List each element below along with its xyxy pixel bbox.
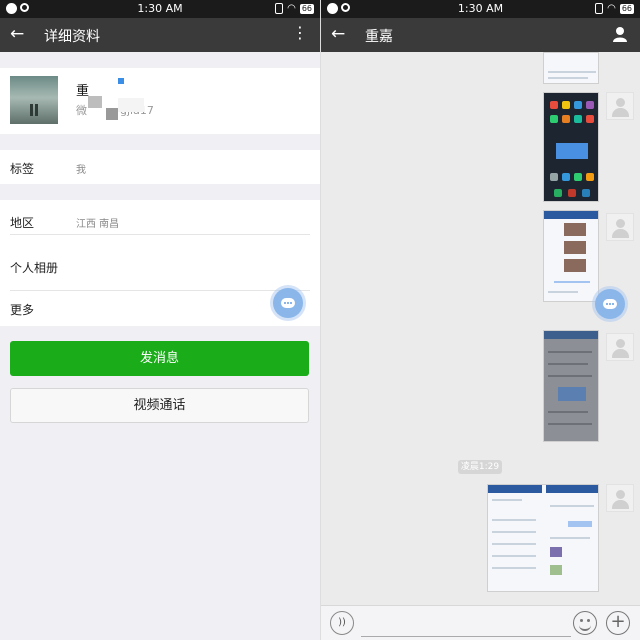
nav-bar: ← 详细资料 ⋮ xyxy=(0,18,320,52)
nav-bar: ← 重嘉 xyxy=(321,18,640,52)
floating-chat-icon[interactable] xyxy=(595,289,625,319)
mosaic-block xyxy=(118,98,144,112)
status-right-icons: ◠ 66 xyxy=(595,3,634,14)
mosaic-block xyxy=(88,96,102,108)
status-time: 1:30 AM xyxy=(137,2,183,15)
chat-input-bar: )) + xyxy=(321,605,640,640)
tag-value: 我 xyxy=(76,165,86,176)
battery-icon: 66 xyxy=(299,3,314,14)
divider xyxy=(10,234,310,235)
floating-chat-icon[interactable] xyxy=(273,288,303,318)
voice-icon[interactable]: )) xyxy=(330,611,354,635)
image-message[interactable] xyxy=(487,484,599,592)
tag-label: 标签 xyxy=(10,162,35,176)
contact-detail-pane: 1:30 AM ◠ 66 ← 详细资料 ⋮ 重 微 gjia17 标签 我 地区… xyxy=(0,0,320,640)
tag-row[interactable]: 标签 我 xyxy=(0,150,320,184)
vibrate-icon xyxy=(275,3,284,14)
more-vertical-icon[interactable]: ⋮ xyxy=(292,24,308,42)
region-label: 地区 xyxy=(10,216,35,230)
tag-row-inner: 标签 我 xyxy=(0,150,320,184)
detail-list: 地区 江西 南昌 个人相册 更多 xyxy=(0,200,320,326)
message-input[interactable] xyxy=(361,611,571,637)
more-row[interactable]: 更多 xyxy=(0,290,320,326)
status-bar: 1:30 AM ◠ 66 xyxy=(0,0,320,18)
status-bar: 1:30 AM ◠ 66 xyxy=(321,0,640,18)
mosaic-block xyxy=(106,108,118,120)
vibrate-icon xyxy=(595,3,604,14)
emoji-icon[interactable] xyxy=(573,611,597,635)
image-message[interactable] xyxy=(543,210,599,302)
wifi-icon: ◠ xyxy=(287,2,296,14)
video-call-button[interactable]: 视频通话 xyxy=(10,388,309,423)
profile-card[interactable]: 重 微 gjia17 xyxy=(0,68,320,134)
album-label: 个人相册 xyxy=(10,261,59,275)
image-message[interactable] xyxy=(543,330,599,442)
gender-icon xyxy=(118,78,124,84)
region-row: 地区 江西 南昌 xyxy=(0,200,320,245)
plus-icon[interactable]: + xyxy=(606,611,630,635)
back-arrow-icon[interactable]: ← xyxy=(331,24,345,44)
album-row[interactable]: 个人相册 xyxy=(0,245,320,290)
page-title: 详细资料 xyxy=(44,29,100,45)
wifi-icon: ◠ xyxy=(607,2,616,14)
profile-person-icon[interactable] xyxy=(612,26,628,42)
status-right-icons: ◠ 66 xyxy=(275,3,314,14)
avatar[interactable] xyxy=(606,333,634,361)
mosaic-block xyxy=(98,78,168,96)
avatar[interactable] xyxy=(10,76,58,124)
chat-title: 重嘉 xyxy=(365,29,393,45)
avatar[interactable] xyxy=(606,92,634,120)
avatar[interactable] xyxy=(606,484,634,512)
back-arrow-icon[interactable]: ← xyxy=(10,24,24,44)
region-value: 江西 南昌 xyxy=(76,219,120,230)
status-time: 1:30 AM xyxy=(457,2,504,15)
timestamp: 凌晨1:29 xyxy=(458,460,502,474)
image-message[interactable] xyxy=(543,92,599,202)
more-label: 更多 xyxy=(10,303,35,317)
chat-pane: 1:30 AM ◠ 66 ← 重嘉 凌晨1:29)) + xyxy=(320,0,640,640)
avatar[interactable] xyxy=(606,213,634,241)
battery-icon: 66 xyxy=(619,3,634,14)
send-message-button[interactable]: 发消息 xyxy=(10,341,309,376)
image-message[interactable] xyxy=(543,52,599,84)
